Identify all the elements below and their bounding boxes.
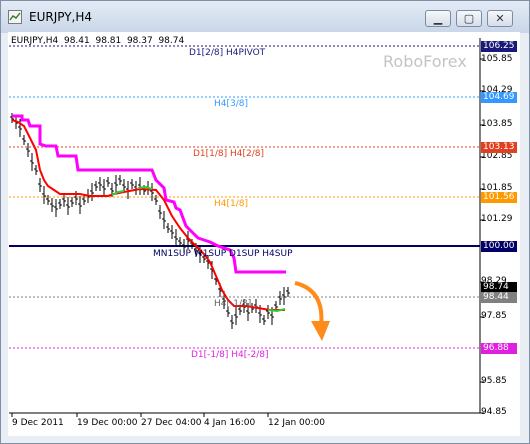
price-label: 103.85 — [481, 119, 513, 129]
price-label: 105.85 — [481, 54, 513, 64]
forecast-arrow-head — [311, 321, 330, 341]
broker-watermark: RoboForex — [383, 52, 467, 71]
date-tick-marks — [11, 413, 269, 417]
date-label: 27 Dec 04:00 — [141, 418, 202, 428]
level-label-h4pivot: D1[2/8] H4PIVOT — [189, 48, 266, 58]
price-badge-d1-minus-1-8: 96.88 — [481, 343, 517, 354]
price-badge-h4-1-8: 101.56 — [481, 192, 517, 203]
price-tick-marks — [480, 58, 484, 414]
date-label: 9 Dec 2011 — [12, 418, 64, 428]
price-label: 94.85 — [481, 407, 507, 417]
level-label-h4-minus-1-8: H4[-1/8] — [214, 299, 252, 309]
level-label-h4-1-8: H4[1/8] — [214, 199, 249, 209]
level-label-support: MN1SUP W1SUP D1SUP H4SUP — [153, 249, 293, 259]
level-label-h4-3-8: H4[3/8] — [214, 99, 249, 109]
price-label: 95.85 — [481, 376, 507, 386]
symbol-info-line: EURJPY,H4 98.41 98.81 98.37 98.74 — [11, 36, 185, 46]
date-label: 4 Jan 16:00 — [204, 418, 256, 428]
price-label: 97.85 — [481, 311, 507, 321]
price-badge-h4-minus-1-8: 98.44 — [481, 292, 517, 303]
level-label-d1-minus-1-8: D1[-1/8] H4[-2/8] — [191, 350, 269, 360]
price-label: 101.29 — [481, 214, 513, 224]
date-label: 12 Jan 00:00 — [268, 418, 325, 428]
price-badge-support: 100.00 — [481, 241, 517, 252]
price-badge-h4pivot: 106.25 — [481, 41, 517, 52]
level-label-d1-1-8: D1[1/8] H4[2/8] — [193, 149, 265, 159]
price-badge-h4-3-8: 104.69 — [481, 92, 517, 103]
price-badge-d1-1-8: 103.13 — [481, 142, 517, 153]
date-label: 19 Dec 00:00 — [77, 418, 138, 428]
forecast-arrow-shaft — [294, 281, 324, 328]
